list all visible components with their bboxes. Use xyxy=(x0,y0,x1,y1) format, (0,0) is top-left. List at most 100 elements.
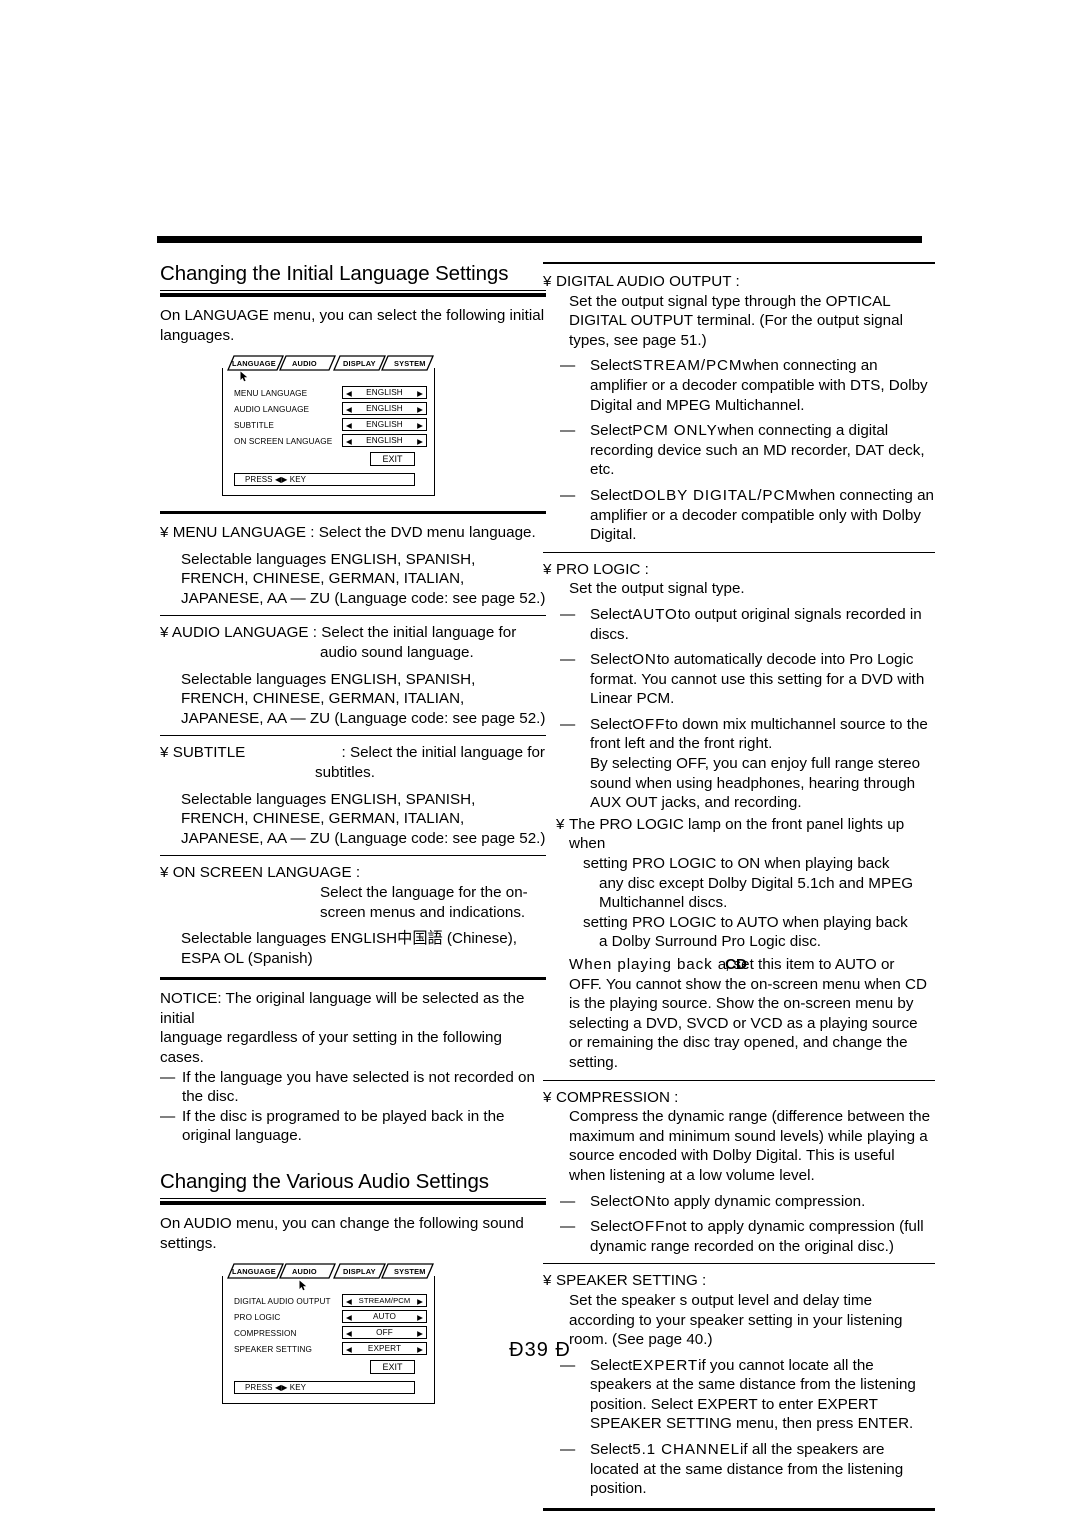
entry-bullet-1: — SelectEXPERTif you cannot locate all t… xyxy=(543,1356,935,1434)
osd-tab-display[interactable]: DISPLAY xyxy=(343,359,376,368)
bullet-key: OFF xyxy=(632,1218,666,1236)
page-title-audio: Changing the Various Audio Settings xyxy=(160,1170,489,1194)
heading-rule-thin-1 xyxy=(160,290,546,291)
manual-page: Changing the Initial Language Settings O… xyxy=(0,0,1080,1529)
entry-rule-3 xyxy=(160,735,546,737)
osd-value-menu-language[interactable]: ◀ ENGLISH ▶ xyxy=(342,386,427,399)
entry-bullet-2: — SelectPCM ONLYwhen connecting a digita… xyxy=(543,421,935,480)
entry-term: MENU LANGUAGE xyxy=(172,524,307,541)
entry-compression: ¥ COMPRESSION : Compress the dynamic ran… xyxy=(543,1088,935,1257)
right-arrow-icon[interactable]: ▶ xyxy=(417,388,423,399)
dash-mark: — xyxy=(160,1107,176,1125)
osd-label-audio-language: AUDIO LANGUAGE xyxy=(234,405,310,414)
entry-heading: ¥ DIGITAL AUDIO OUTPUT : xyxy=(543,272,935,292)
entry-bullet-2: — SelectONto automatically decode into P… xyxy=(543,650,935,709)
osd-row-audio-language[interactable]: AUDIO LANGUAGE ◀ ENGLISH ▶ xyxy=(234,402,427,418)
pro-logic-cd-note: When playing back aCD, set this item to … xyxy=(543,955,935,1073)
osd-label-pro-logic: PRO LOGIC xyxy=(234,1313,281,1323)
osd-value-digital-audio-output[interactable]: ◀ STREAM/PCM ▶ xyxy=(342,1294,427,1308)
dash-mark: — xyxy=(560,1218,576,1236)
cd-note-first-line: When playing back aCD, set this item to … xyxy=(569,956,895,973)
osd-value-audio-language[interactable]: ◀ ENGLISH ▶ xyxy=(342,402,427,415)
osd-tab-display[interactable]: DISPLAY xyxy=(343,1267,376,1276)
left-arrow-icon[interactable]: ◀ xyxy=(346,436,352,447)
entry-rule-2 xyxy=(160,615,546,617)
entry-bullet-2: — SelectOFFnot to apply dynamic compress… xyxy=(543,1217,935,1256)
right-arrow-icon[interactable]: ▶ xyxy=(417,1296,423,1307)
bullet-pre: Select xyxy=(590,1218,633,1236)
right-arrow-icon[interactable]: ▶ xyxy=(417,420,423,431)
osd-label-menu-language: MENU LANGUAGE xyxy=(234,389,308,398)
osd-value-text: ENGLISH xyxy=(366,420,403,429)
right-arrow-icon[interactable]: ▶ xyxy=(417,1328,423,1339)
right-column: ¥ DIGITAL AUDIO OUTPUT : Set the output … xyxy=(543,262,935,1520)
entry-term: SUBTITLE xyxy=(172,744,246,762)
cursor-pointer-icon xyxy=(299,1280,308,1291)
entry-selectable: Selectable languages ENGLISH, SPANISH, F… xyxy=(181,670,546,727)
entry-bullet-icon: ¥ xyxy=(160,864,169,882)
entry-term: SPEAKER SETTING : xyxy=(556,1272,707,1290)
osd-value-compression[interactable]: ◀ OFF ▶ xyxy=(342,1326,427,1340)
left-arrow-icon[interactable]: ◀ xyxy=(346,1296,352,1307)
entry-bullet-icon: ¥ xyxy=(160,744,169,762)
bullet-pre: Select xyxy=(590,715,633,733)
cursor-pointer-icon xyxy=(240,371,249,382)
bullet-key: ON xyxy=(632,651,657,669)
bullet-pre: Select xyxy=(590,357,633,375)
left-arrow-icon[interactable]: ◀ xyxy=(346,388,352,399)
entry-def: : Select the DVD menu language. xyxy=(310,524,536,541)
entry-pro-logic: ¥ PRO LOGIC : Set the output signal type… xyxy=(543,560,935,1073)
osd-row-subtitle[interactable]: SUBTITLE ◀ ENGLISH ▶ xyxy=(234,418,427,434)
osd-tab-system[interactable]: SYSTEM xyxy=(394,359,426,368)
lamp-note-case-1b: any disc except Dolby Digital 5.1ch and … xyxy=(599,874,914,912)
bullet-pre: Select xyxy=(590,422,633,440)
bullet-key: PCM ONLY xyxy=(632,422,718,440)
entry-selectable-c: ESPA OL (Spanish) xyxy=(181,949,313,967)
osd-row-digital-audio-output[interactable]: DIGITAL AUDIO OUTPUT ◀ STREAM/PCM ▶ xyxy=(234,1294,427,1310)
left-arrow-icon[interactable]: ◀ xyxy=(346,1328,352,1339)
dash-mark: — xyxy=(560,605,576,623)
osd-tab-system[interactable]: SYSTEM xyxy=(394,1267,426,1276)
right-arrow-icon[interactable]: ▶ xyxy=(417,1312,423,1323)
osd-exit-button[interactable]: EXIT xyxy=(370,452,415,466)
heading-rule-thin-2 xyxy=(160,1198,546,1200)
entry-audio-language: ¥ AUDIO LANGUAGE : Select the initial la… xyxy=(160,623,546,728)
dash-mark: — xyxy=(560,715,576,733)
lamp-note-case-2a: setting PRO LOGIC to AUTO when playing b… xyxy=(583,913,908,931)
osd-row-on-screen-language[interactable]: ON SCREEN LANGUAGE ◀ ENGLISH ▶ xyxy=(234,434,427,450)
osd-audio-menu: LANGUAGE AUDIO DISPLAY SYSTEM DIGITAL AU… xyxy=(222,1263,437,1405)
entry-bullet-icon: ¥ xyxy=(543,273,552,290)
entry-speaker-setting: ¥ SPEAKER SETTING : Set the speaker s ou… xyxy=(543,1271,935,1499)
heading-rule-thick-1 xyxy=(160,293,546,297)
bullet-key: OFF xyxy=(632,715,666,733)
osd-value-subtitle[interactable]: ◀ ENGLISH ▶ xyxy=(342,418,427,431)
osd-tab-audio[interactable]: AUDIO xyxy=(292,359,317,368)
entry-selectable: Selectable languages ENGLISH, SPANISH, F… xyxy=(181,790,546,847)
entry-bullet-2: — Select5.1 CHANNELif all the speakers a… xyxy=(543,1440,935,1499)
right-arrow-icon[interactable]: ▶ xyxy=(417,436,423,447)
entry-bullet-1: — SelectAUTOto output original signals r… xyxy=(543,605,935,644)
osd-row-menu-language[interactable]: MENU LANGUAGE ◀ ENGLISH ▶ xyxy=(234,386,427,402)
entry-bullet-icon: ¥ xyxy=(160,624,169,642)
left-arrow-icon[interactable]: ◀ xyxy=(346,420,352,431)
right-arrow-icon[interactable]: ▶ xyxy=(417,404,423,415)
osd-value-pro-logic[interactable]: ◀ AUTO ▶ xyxy=(342,1310,427,1324)
osd-tab-audio[interactable]: AUDIO xyxy=(292,1267,317,1276)
osd-tab-language[interactable]: LANGUAGE xyxy=(232,359,276,368)
bullet-pre: Select xyxy=(590,486,633,504)
osd-value-on-screen-language[interactable]: ◀ ENGLISH ▶ xyxy=(342,434,427,447)
osd-key-hint: PRESS ◀▶ KEY xyxy=(234,1381,415,1395)
osd-row-pro-logic[interactable]: PRO LOGIC ◀ AUTO ▶ xyxy=(234,1310,427,1326)
right-rule-top xyxy=(543,262,935,264)
entry-rule-1 xyxy=(160,511,546,514)
entry-bullet-icon: ¥ xyxy=(543,560,552,578)
heading-rule-thick-2 xyxy=(160,1201,546,1206)
left-arrow-icon[interactable]: ◀ xyxy=(346,1312,352,1323)
audio-intro: On AUDIO menu, you can change the follow… xyxy=(160,1215,524,1252)
notice-item-text: If the language you have selected is not… xyxy=(182,1068,535,1106)
osd-tab-language[interactable]: LANGUAGE xyxy=(232,1267,276,1276)
left-arrow-icon[interactable]: ◀ xyxy=(346,404,352,415)
osd-exit-button[interactable]: EXIT xyxy=(370,1360,415,1375)
entry-bullet-icon: ¥ xyxy=(160,524,169,541)
entry-bullet-1: — SelectSTREAM/PCMwhen connecting an amp… xyxy=(543,356,935,415)
